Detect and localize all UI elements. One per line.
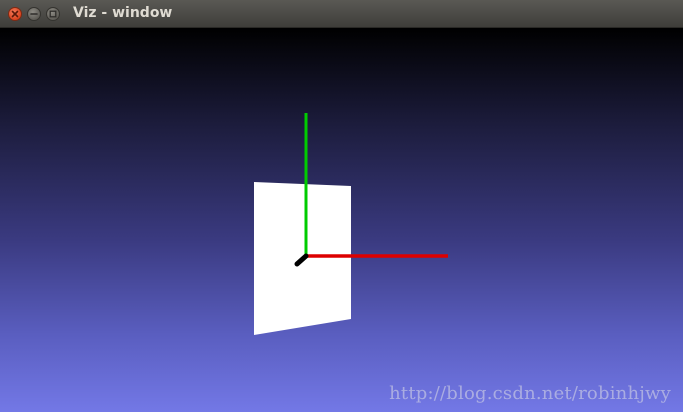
3d-scene[interactable] (0, 28, 683, 412)
title-bar[interactable]: Viz - window (0, 0, 683, 28)
watermark-text: http://blog.csdn.net/robinhjwy (389, 383, 671, 404)
maximize-icon (49, 10, 57, 18)
3d-viewport[interactable]: http://blog.csdn.net/robinhjwy (0, 28, 683, 412)
minimize-button[interactable] (27, 7, 41, 21)
minimize-icon (30, 13, 38, 15)
close-button[interactable] (8, 7, 22, 21)
viz-window: Viz - window http://blog.csdn.net/robinh… (0, 0, 683, 412)
maximize-button[interactable] (46, 7, 60, 21)
close-icon (11, 10, 19, 18)
window-title: Viz - window (73, 5, 173, 21)
